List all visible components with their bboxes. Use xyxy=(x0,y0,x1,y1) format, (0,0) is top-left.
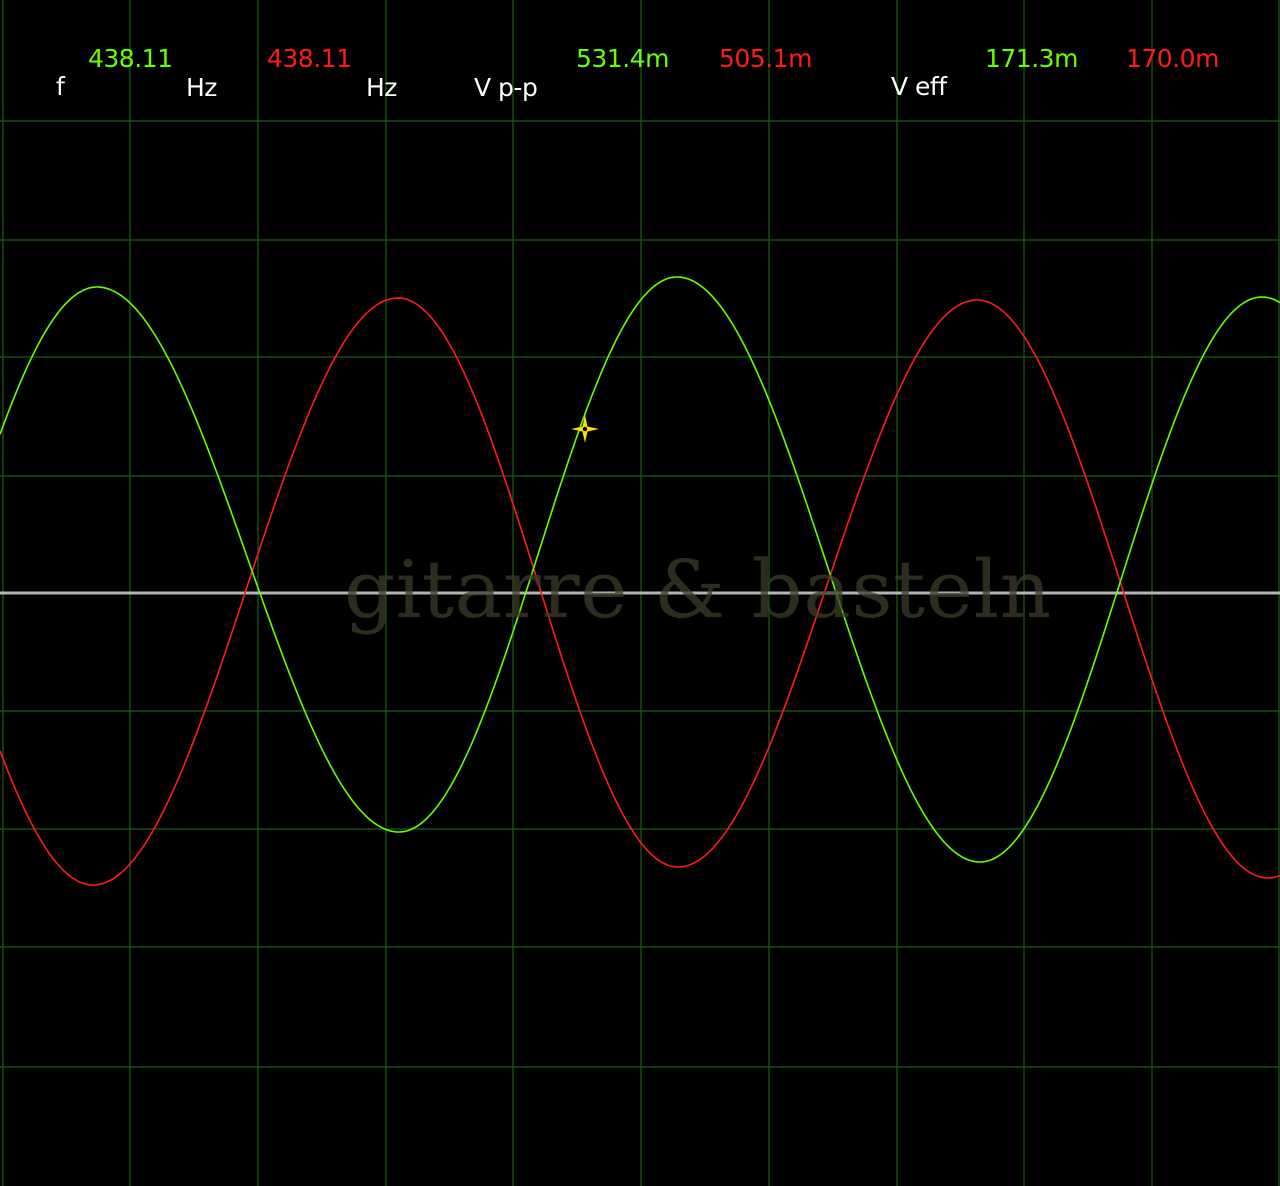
channel-1-veff-value: 171.3m xyxy=(985,44,1078,73)
channel-2-vpp-value: 505.1m xyxy=(719,44,812,73)
channel-1-frequency-unit: Hz xyxy=(186,73,217,102)
frequency-label: f xyxy=(56,72,65,101)
channel-1-frequency-value: 438.11 xyxy=(88,44,173,73)
channel-2-veff-value: 170.0m xyxy=(1126,44,1219,73)
channel-2-frequency-value: 438.11 xyxy=(267,44,352,73)
channel-1-vpp-value: 531.4m xyxy=(576,44,669,73)
watermark-text: gitarre & basteln xyxy=(344,543,1052,636)
channel-2-frequency-unit: Hz xyxy=(366,73,397,102)
veff-label: V eff xyxy=(891,72,947,101)
vpp-label: V p-p xyxy=(474,73,538,102)
